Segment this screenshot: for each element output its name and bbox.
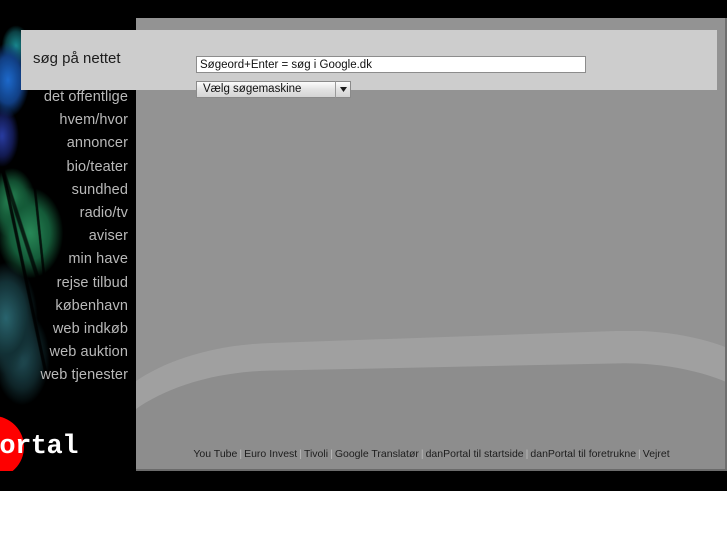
sidebar-item-sundhed[interactable]: sundhed xyxy=(2,179,128,202)
search-engine-select-value[interactable]: Vælg søgemaskine xyxy=(196,81,351,98)
footer-link-google-translator[interactable]: Google Translatør xyxy=(335,448,419,460)
footer-separator: | xyxy=(330,448,333,460)
site-logo[interactable]: nPortal xyxy=(0,416,132,471)
sidebar-item-koebenhavn[interactable]: københavn xyxy=(2,295,128,318)
footer-link-vejret[interactable]: Vejret xyxy=(643,448,670,460)
footer-link-danportal-startside[interactable]: danPortal til startside xyxy=(426,448,524,460)
search-engine-select[interactable]: Vælg søgemaskine xyxy=(196,81,351,98)
sidebar-item-annoncer[interactable]: annoncer xyxy=(2,132,128,155)
content-frame: You Tube | Euro Invest | Tivoli | Google Trans… xyxy=(0,18,727,471)
footer-separator: | xyxy=(299,448,302,460)
sidebar-item-web-tjenester[interactable]: web tjenester xyxy=(2,364,128,387)
page-root: You Tube | Euro Invest | Tivoli | Google Trans… xyxy=(0,0,727,545)
sidebar-item-web-indkoeb[interactable]: web indkøb xyxy=(2,318,128,341)
search-input[interactable] xyxy=(196,56,586,73)
main-bottom-edge xyxy=(136,469,727,471)
search-panel: søg på nettet Vælg søgemaskine xyxy=(21,30,717,98)
footer-separator: | xyxy=(638,448,641,460)
sidebar-navigation: det offentlige hvem/hvor annoncer bio/te… xyxy=(2,86,128,388)
sidebar-item-bio-teater[interactable]: bio/teater xyxy=(2,156,128,179)
logo-wordmark: nPortal xyxy=(0,432,78,462)
sidebar-item-min-have[interactable]: min have xyxy=(2,248,128,271)
chevron-down-icon[interactable] xyxy=(335,81,351,98)
footer-link-danportal-foretrukne[interactable]: danPortal til foretrukne xyxy=(530,448,636,460)
footer-link-youtube[interactable]: You Tube xyxy=(193,448,237,460)
footer-link-euro-invest[interactable]: Euro Invest xyxy=(244,448,297,460)
sidebar-item-rejse-tilbud[interactable]: rejse tilbud xyxy=(2,272,128,295)
sidebar-item-hvem-hvor[interactable]: hvem/hvor xyxy=(2,109,128,132)
sidebar-item-aviser[interactable]: aviser xyxy=(2,225,128,248)
search-panel-title: søg på nettet xyxy=(33,50,121,67)
footer-links: You Tube | Euro Invest | Tivoli | Google Trans… xyxy=(136,448,727,460)
sidebar-item-radio-tv[interactable]: radio/tv xyxy=(2,202,128,225)
footer-separator: | xyxy=(420,448,424,460)
sidebar-item-web-auktion[interactable]: web auktion xyxy=(2,341,128,364)
footer-link-tivoli[interactable]: Tivoli xyxy=(304,448,328,460)
